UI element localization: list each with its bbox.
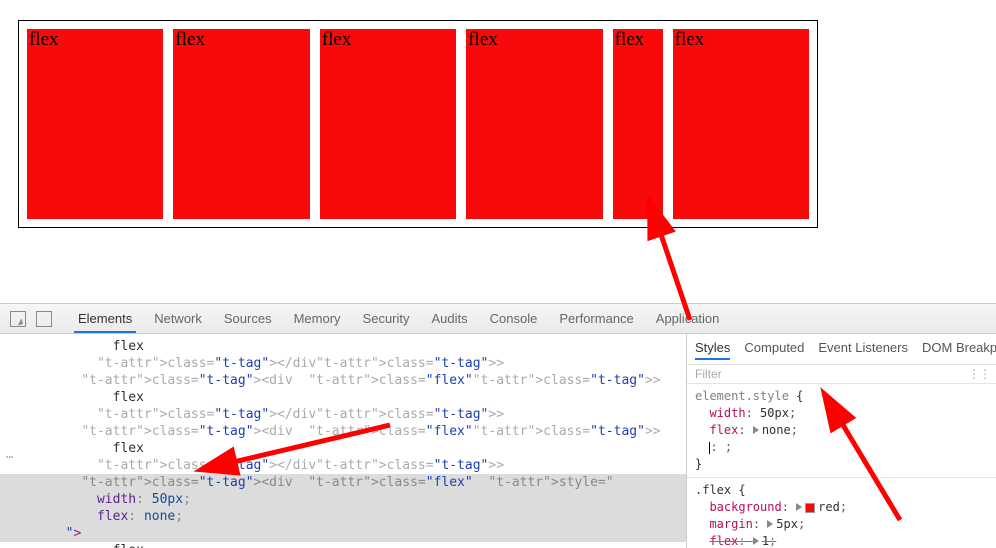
dom-line[interactable]: "t-attr">class="t-tag"><div "t-attr">cla… (0, 372, 686, 389)
collapsed-ellipsis: … (6, 446, 13, 463)
dom-line[interactable]: "t-attr">class="t-tag"><div "t-attr">cla… (0, 423, 686, 440)
flex-item-5-narrow: flex (613, 29, 663, 219)
more-icon[interactable]: ⋮⋮ (968, 367, 990, 381)
dom-line[interactable]: flex (0, 542, 686, 548)
sidebar-tabs: Styles Computed Event Listeners DOM Brea… (687, 334, 996, 365)
expand-icon[interactable] (767, 520, 773, 528)
tab-console[interactable]: Console (486, 304, 542, 333)
flex-item-2: flex (173, 29, 309, 219)
dom-line[interactable]: flex: none; (0, 508, 686, 525)
tab-application[interactable]: Application (652, 304, 724, 333)
flex-item-1: flex (27, 29, 163, 219)
edit-caret[interactable] (709, 442, 710, 454)
side-tab-styles[interactable]: Styles (695, 340, 730, 360)
tab-elements[interactable]: Elements (74, 304, 136, 333)
tab-audits[interactable]: Audits (428, 304, 472, 333)
expand-icon[interactable] (753, 426, 759, 434)
devtools-toolbar: Elements Network Sources Memory Security… (0, 304, 996, 334)
devtools-panel: Elements Network Sources Memory Security… (0, 303, 996, 548)
elements-tree[interactable]: … flex "t-attr">class="t-tag"></div"t-at… (0, 334, 686, 548)
tab-performance[interactable]: Performance (555, 304, 637, 333)
dom-line[interactable]: "t-attr">class="t-tag"></div"t-attr">cla… (0, 355, 686, 372)
flex-item-4: flex (466, 29, 602, 219)
dom-line[interactable]: "t-attr">class="t-tag"></div"t-attr">cla… (0, 406, 686, 423)
flex-item-3: flex (320, 29, 456, 219)
styles-sidebar: Styles Computed Event Listeners DOM Brea… (686, 334, 996, 548)
device-toggle-icon[interactable] (36, 311, 52, 327)
side-tab-dom-breakpoints[interactable]: DOM Breakpoints (922, 340, 996, 360)
side-tab-computed[interactable]: Computed (744, 340, 804, 360)
expand-icon[interactable] (753, 537, 759, 545)
styles-filter[interactable]: Filter ⋮⋮ (687, 365, 996, 384)
dom-line[interactable]: "t-attr">class="t-tag"><div "t-attr">cla… (0, 474, 686, 491)
rule-flex-class: .flex { background: red; margin: 5px; fl… (695, 482, 988, 548)
tab-memory[interactable]: Memory (290, 304, 345, 333)
tab-sources[interactable]: Sources (220, 304, 276, 333)
side-tab-event-listeners[interactable]: Event Listeners (818, 340, 908, 360)
styles-rules[interactable]: element.style { width: 50px; flex: none;… (687, 384, 996, 548)
dom-line[interactable]: width: 50px; (0, 491, 686, 508)
inspect-icon[interactable] (10, 311, 26, 327)
color-swatch[interactable] (805, 503, 815, 513)
rule-element-style: element.style { width: 50px; flex: none;… (695, 388, 988, 473)
dom-line[interactable]: "> (0, 525, 686, 542)
rendered-flex-container: flex flex flex flex flex flex (18, 20, 818, 228)
dom-line[interactable]: flex (0, 338, 686, 355)
flex-item-6: flex (673, 29, 809, 219)
devtools-tabs: Elements Network Sources Memory Security… (74, 304, 723, 333)
devtools-body: … flex "t-attr">class="t-tag"></div"t-at… (0, 334, 996, 548)
tab-network[interactable]: Network (150, 304, 206, 333)
dom-line[interactable]: "t-attr">class="t-tag"></div"t-attr">cla… (0, 457, 686, 474)
expand-icon[interactable] (796, 503, 802, 511)
tab-security[interactable]: Security (359, 304, 414, 333)
dom-line[interactable]: flex (0, 389, 686, 406)
dom-line[interactable]: flex (0, 440, 686, 457)
